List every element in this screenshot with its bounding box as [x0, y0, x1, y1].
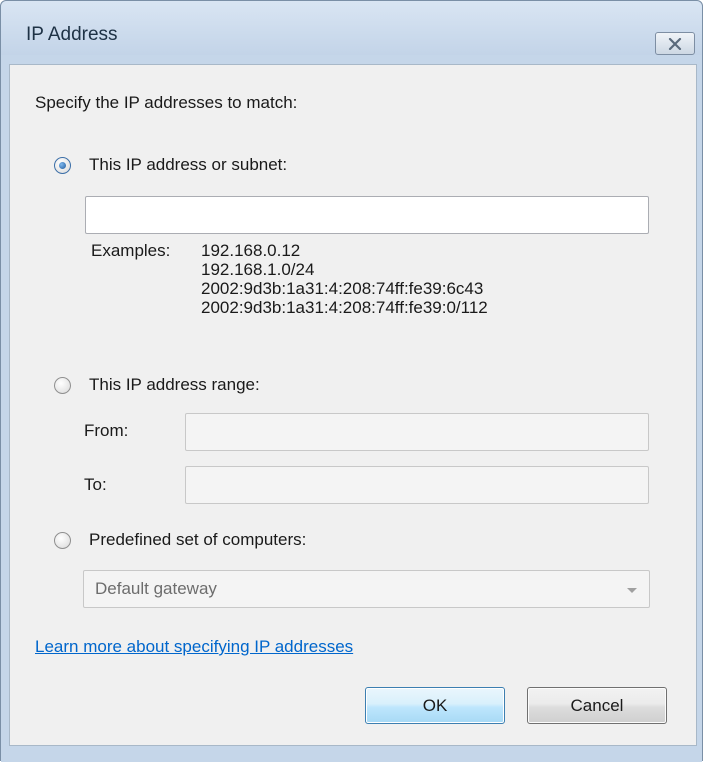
predefined-radio-label[interactable]: Predefined set of computers: — [89, 530, 306, 550]
examples-label: Examples: — [91, 241, 171, 260]
subnet-radio-label[interactable]: This IP address or subnet: — [89, 155, 287, 175]
to-label: To: — [84, 475, 107, 494]
instruction-text: Specify the IP addresses to match: — [35, 93, 298, 112]
close-icon — [668, 37, 682, 50]
cancel-button[interactable]: Cancel — [527, 687, 667, 724]
range-to-input[interactable] — [185, 466, 649, 504]
title-bar[interactable]: IP Address — [1, 1, 702, 55]
ok-button[interactable]: OK — [365, 687, 505, 724]
ok-button-label: OK — [422, 695, 448, 715]
predefined-dropdown-value: Default gateway — [95, 579, 217, 598]
from-label: From: — [84, 421, 129, 440]
chevron-down-icon — [627, 588, 637, 593]
predefined-radio[interactable] — [54, 532, 71, 549]
radio-selected-dot — [59, 162, 66, 169]
example-item: 192.168.0.12 — [201, 241, 301, 260]
subnet-radio[interactable] — [54, 157, 71, 174]
example-item: 2002:9d3b:1a31:4:208:74ff:fe39:0/112 — [201, 298, 488, 317]
range-radio[interactable] — [54, 377, 71, 394]
close-button[interactable] — [655, 32, 695, 55]
dialog-window: IP Address Specify the IP addresses to m… — [0, 0, 703, 762]
range-radio-label[interactable]: This IP address range: — [89, 375, 260, 395]
window-bottom-border — [1, 746, 702, 762]
predefined-dropdown[interactable]: Default gateway — [83, 570, 650, 608]
example-item: 2002:9d3b:1a31:4:208:74ff:fe39:6c43 — [201, 279, 484, 298]
window-title: IP Address — [26, 24, 118, 45]
subnet-input[interactable] — [85, 196, 649, 234]
cancel-button-label: Cancel — [570, 695, 624, 715]
range-from-input[interactable] — [185, 413, 649, 451]
learn-more-link[interactable]: Learn more about specifying IP addresses — [35, 637, 353, 657]
example-item: 192.168.1.0/24 — [201, 260, 315, 279]
